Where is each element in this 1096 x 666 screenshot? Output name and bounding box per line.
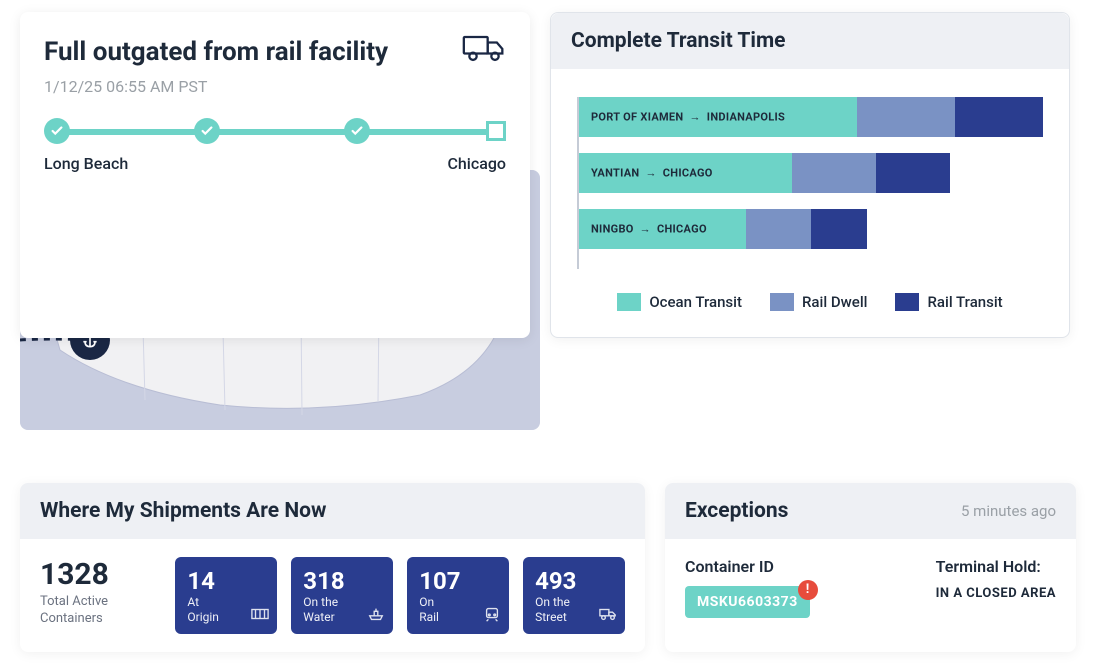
chart-legend: Ocean Transit Rail Dwell Rail Transit — [577, 293, 1043, 323]
exceptions-title: Exceptions — [685, 499, 788, 523]
status-title: Full outgated from rail facility — [44, 37, 388, 67]
stat-on-rail[interactable]: 107 OnRail — [407, 557, 509, 634]
exceptions-panel: Exceptions 5 minutes ago Container ID MS… — [665, 483, 1076, 652]
transit-chart: PORT OF XIAMEN→INDIANAPOLIS YANTIAN→CHIC… — [577, 97, 1043, 269]
alert-icon: ! — [798, 580, 818, 600]
stat-on-street[interactable]: 493 On theStreet — [523, 557, 625, 634]
container-id-label: Container ID — [685, 557, 918, 576]
stat-at-origin[interactable]: 14 AtOrigin — [175, 557, 277, 634]
transit-title: Complete Transit Time — [571, 29, 786, 53]
transit-bar-row: PORT OF XIAMEN→INDIANAPOLIS — [579, 97, 1043, 137]
truck-icon — [599, 606, 617, 626]
progress-bar — [44, 118, 506, 144]
checkpoint-icon — [194, 118, 220, 144]
transit-bar-row: NINGBO→CHICAGO — [579, 209, 1043, 249]
terminal-hold-label: Terminal Hold: — [936, 557, 1056, 576]
shipments-panel: Where My Shipments Are Now 1328 Total Ac… — [20, 483, 645, 652]
total-containers: 1328 Total Active Containers — [40, 557, 161, 634]
terminal-hold-value: IN A CLOSED AREA — [936, 586, 1056, 601]
origin-city: Long Beach — [44, 154, 128, 173]
checkpoint-icon — [344, 118, 370, 144]
stat-on-water[interactable]: 318 On theWater — [291, 557, 393, 634]
container-id-badge[interactable]: MSKU6603373 ! — [685, 586, 810, 618]
exceptions-time: 5 minutes ago — [961, 502, 1056, 520]
destination-city: Chicago — [447, 154, 506, 173]
status-timestamp: 1/12/25 06:55 AM PST — [44, 77, 506, 96]
container-icon — [251, 606, 269, 626]
shipment-status-card: Full outgated from rail facility 1/12/25… — [20, 12, 530, 338]
checkpoint-icon — [44, 118, 70, 144]
ship-icon — [367, 606, 385, 626]
train-icon — [483, 606, 501, 626]
endpoint-marker — [486, 121, 506, 141]
transit-time-panel: Complete Transit Time PORT OF XIAMEN→IND… — [550, 12, 1070, 338]
shipments-title: Where My Shipments Are Now — [40, 499, 326, 523]
transit-bar-row: YANTIAN→CHICAGO — [579, 153, 1043, 193]
truck-icon — [462, 32, 506, 71]
